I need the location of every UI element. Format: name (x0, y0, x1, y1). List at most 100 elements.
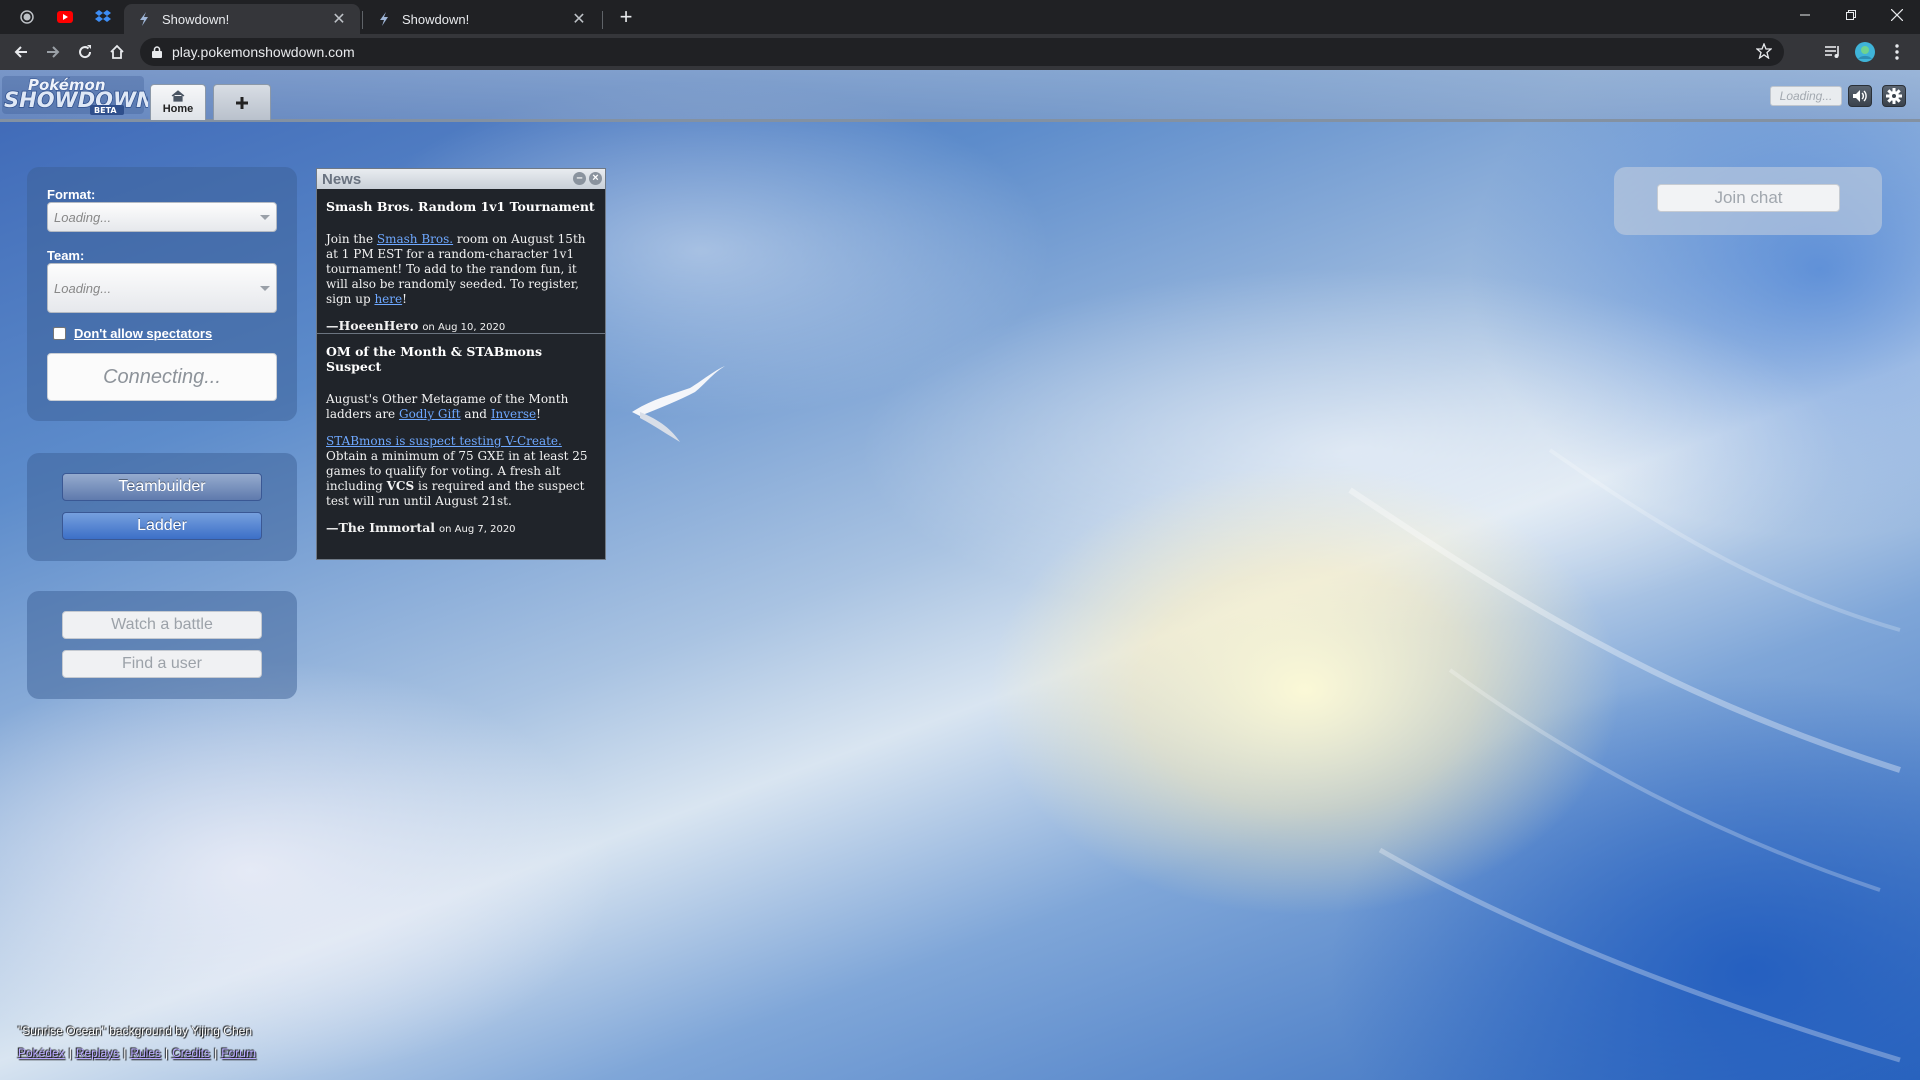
home-icon (171, 90, 185, 102)
news-author: —HoeenHero (326, 318, 419, 333)
news-text: ! (536, 407, 541, 421)
logo-text-showdown: SHOWDOWN! (4, 88, 148, 112)
footer-link-rules[interactable]: Rules (130, 1046, 161, 1060)
battle-form-panel: Format: Loading... Team: Loading... Don'… (27, 167, 297, 421)
footer-link-forum[interactable]: Forum (221, 1046, 256, 1060)
pinned-tab-youtube[interactable] (46, 4, 84, 30)
team-select-value: Loading... (54, 280, 112, 296)
news-text: and (460, 407, 491, 421)
restore-button[interactable] (1828, 0, 1874, 30)
news-link-smash-bros[interactable]: Smash Bros. (377, 232, 453, 246)
new-room-tab[interactable] (213, 84, 271, 120)
find-user-button[interactable]: Find a user (62, 650, 262, 678)
back-button[interactable] (8, 39, 34, 65)
footer-link-credits[interactable]: Credits (172, 1046, 210, 1060)
close-window-button[interactable] (1874, 0, 1920, 30)
footer-separator: | (165, 1046, 169, 1060)
new-tab-button[interactable]: + (612, 5, 640, 31)
news-link-stabmons[interactable]: STABmons is suspect testing V-Create. (326, 434, 562, 448)
avatar-icon (1855, 42, 1875, 62)
tab-separator (362, 11, 363, 29)
tab-title: Showdown! (162, 11, 230, 27)
news-item-body: August's Other Metagame of the Month lad… (326, 392, 596, 422)
bookmark-star-icon[interactable] (1756, 43, 1772, 59)
footer-links: Pokédex | Replays | Rules | Credits | Forum (18, 1046, 256, 1060)
showdown-header: Pokémon SHOWDOWN! BETA Home Loading... (0, 70, 1920, 122)
menu-panel: Teambuilder Ladder (27, 453, 297, 561)
teambuilder-button[interactable]: Teambuilder (62, 473, 262, 501)
footer: "Sunrise Ocean" background by Yijing Che… (18, 1024, 256, 1060)
minimize-icon[interactable]: – (573, 172, 586, 185)
chat-panel: Join chat (1614, 167, 1882, 235)
news-item-body: STABmons is suspect testing V-Create. Ob… (326, 434, 596, 509)
footer-link-replays[interactable]: Replays (76, 1046, 119, 1060)
browser-tab-active[interactable]: Showdown! ✕ (124, 4, 360, 34)
sound-button[interactable] (1848, 85, 1872, 107)
home-button[interactable] (104, 39, 130, 65)
close-tab-icon[interactable]: ✕ (570, 9, 588, 29)
gear-icon (1886, 88, 1902, 104)
media-controls-button[interactable] (1820, 39, 1846, 65)
connecting-button[interactable]: Connecting... (47, 353, 277, 401)
tab-home-label: Home (162, 103, 194, 115)
news-item-signature: —HoeenHero on Aug 10, 2020 (326, 318, 596, 333)
news-text-bold: VCS (386, 479, 415, 493)
footer-separator: | (123, 1046, 127, 1060)
format-select[interactable]: Loading... (47, 202, 277, 232)
watch-panel: Watch a battle Find a user (27, 591, 297, 699)
user-loading-indicator: Loading... (1770, 86, 1842, 106)
kebab-menu-icon (1895, 44, 1899, 60)
format-select-value: Loading... (54, 209, 112, 225)
close-icon (1891, 9, 1903, 21)
news-item: Smash Bros. Random 1v1 Tournament Join t… (317, 189, 605, 334)
speaker-icon (1853, 90, 1867, 102)
showdown-page: Pokémon SHOWDOWN! BETA Home Loading... F… (0, 70, 1920, 1080)
news-item-body: Join the Smash Bros. room on August 15th… (326, 232, 596, 307)
seagull-icon (632, 366, 725, 442)
browser-tab[interactable]: Showdown! ✕ (364, 4, 600, 34)
news-header: News – × (317, 169, 605, 189)
showdown-favicon (376, 11, 392, 27)
footer-link-pokedex[interactable]: Pokédex (18, 1046, 65, 1060)
news-link-godly-gift[interactable]: Godly Gift (399, 407, 461, 421)
reload-button[interactable] (72, 39, 98, 65)
chevron-down-icon (260, 286, 270, 291)
pinned-tab-dropbox[interactable] (84, 4, 122, 30)
team-select[interactable]: Loading... (47, 263, 277, 313)
join-chat-button[interactable]: Join chat (1657, 184, 1840, 212)
reload-icon (79, 45, 92, 59)
forward-arrow-icon (47, 46, 60, 58)
close-icon[interactable]: × (589, 172, 602, 185)
dropbox-icon (95, 10, 111, 22)
lock-icon (152, 46, 162, 58)
pinned-tab-record[interactable] (8, 4, 46, 30)
tab-home[interactable]: Home (150, 84, 206, 120)
news-link-signup[interactable]: here (374, 292, 402, 306)
tab-title: Showdown! (402, 11, 470, 27)
footer-separator: | (68, 1046, 72, 1060)
logo-beta-badge: BETA (94, 106, 117, 115)
showdown-logo[interactable]: Pokémon SHOWDOWN! BETA (2, 72, 164, 116)
news-item-heading: Smash Bros. Random 1v1 Tournament (326, 199, 595, 214)
browser-menu-button[interactable] (1884, 39, 1910, 65)
home-icon (110, 44, 124, 59)
news-link-inverse[interactable]: Inverse (491, 407, 536, 421)
dont-allow-spectators-label[interactable]: Don't allow spectators (74, 326, 212, 341)
minimize-icon (1800, 14, 1810, 16)
team-label: Team: (47, 248, 85, 263)
news-text: Join the (326, 232, 377, 246)
dont-allow-spectators-checkbox[interactable] (53, 327, 66, 340)
footer-separator: | (214, 1046, 218, 1060)
news-item-signature: —The Immortal on Aug 7, 2020 (326, 520, 596, 535)
ladder-button[interactable]: Ladder (62, 512, 262, 540)
profile-avatar[interactable] (1852, 39, 1878, 65)
address-bar[interactable]: play.pokemonshowdown.com (140, 38, 1784, 66)
forward-button[interactable] (40, 39, 66, 65)
minimize-button[interactable] (1782, 0, 1828, 30)
settings-button[interactable] (1882, 85, 1906, 107)
watch-battle-button[interactable]: Watch a battle (62, 611, 262, 639)
browser-tabstrip: Showdown! ✕ Showdown! ✕ + (0, 0, 1920, 34)
tab-separator (602, 11, 603, 29)
record-icon (20, 10, 34, 24)
close-tab-icon[interactable]: ✕ (330, 9, 348, 29)
